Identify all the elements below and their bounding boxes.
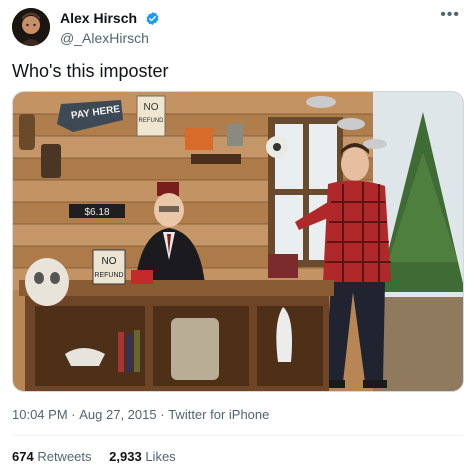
meta-separator: · [71, 407, 76, 423]
svg-text:NO: NO [144, 102, 159, 113]
likes-label: Likes [145, 449, 176, 464]
likes-count: 2,933 [109, 449, 142, 464]
tweet-header: Alex Hirsch @_AlexHirsch ••• [12, 6, 462, 50]
svg-text:REFUND: REFUND [94, 272, 123, 279]
scene-illustration: PAY HERE NO REFUND $6.18 NO REFUND [13, 92, 463, 391]
svg-text:$6.18: $6.18 [84, 207, 109, 218]
author-name[interactable]: Alex Hirsch [60, 10, 137, 27]
svg-text:REFUND: REFUND [139, 118, 165, 124]
verified-badge-icon [145, 11, 160, 26]
svg-text:NO: NO [102, 256, 117, 267]
no-refund-sign-top: NO REFUND [136, 95, 166, 137]
price-sign: $6.18 [69, 204, 125, 218]
divider [12, 435, 462, 436]
retweets-stat[interactable]: 674 Retweets [12, 449, 92, 464]
tweet-source[interactable]: Twitter for iPhone [168, 407, 269, 422]
no-refund-sign-desk: NO REFUND [92, 249, 126, 285]
skull-prop [25, 258, 69, 306]
tweet-photo[interactable]: PAY HERE NO REFUND $6.18 NO REFUND [12, 91, 464, 392]
tweet-date[interactable]: Aug 27, 2015 [79, 407, 156, 422]
counter [19, 280, 334, 391]
retweets-label: Retweets [37, 449, 92, 464]
author-handle[interactable]: @_AlexHirsch [60, 29, 160, 47]
retweets-count: 674 [12, 449, 34, 464]
tweet-text: Who's this imposter [12, 61, 169, 81]
more-horizontal-icon[interactable]: ••• [440, 7, 460, 23]
tweet-meta: 10:04 PM · Aug 27, 2015 · Twitter for iP… [12, 406, 269, 422]
tweet-stats: 674 Retweets 2,933 Likes [12, 449, 190, 464]
meta-separator: · [160, 407, 165, 423]
likes-stat[interactable]: 2,933 Likes [109, 449, 176, 464]
tweet-time[interactable]: 10:04 PM [12, 407, 68, 422]
avatar[interactable] [12, 8, 50, 46]
author-block: Alex Hirsch @_AlexHirsch [60, 10, 160, 47]
